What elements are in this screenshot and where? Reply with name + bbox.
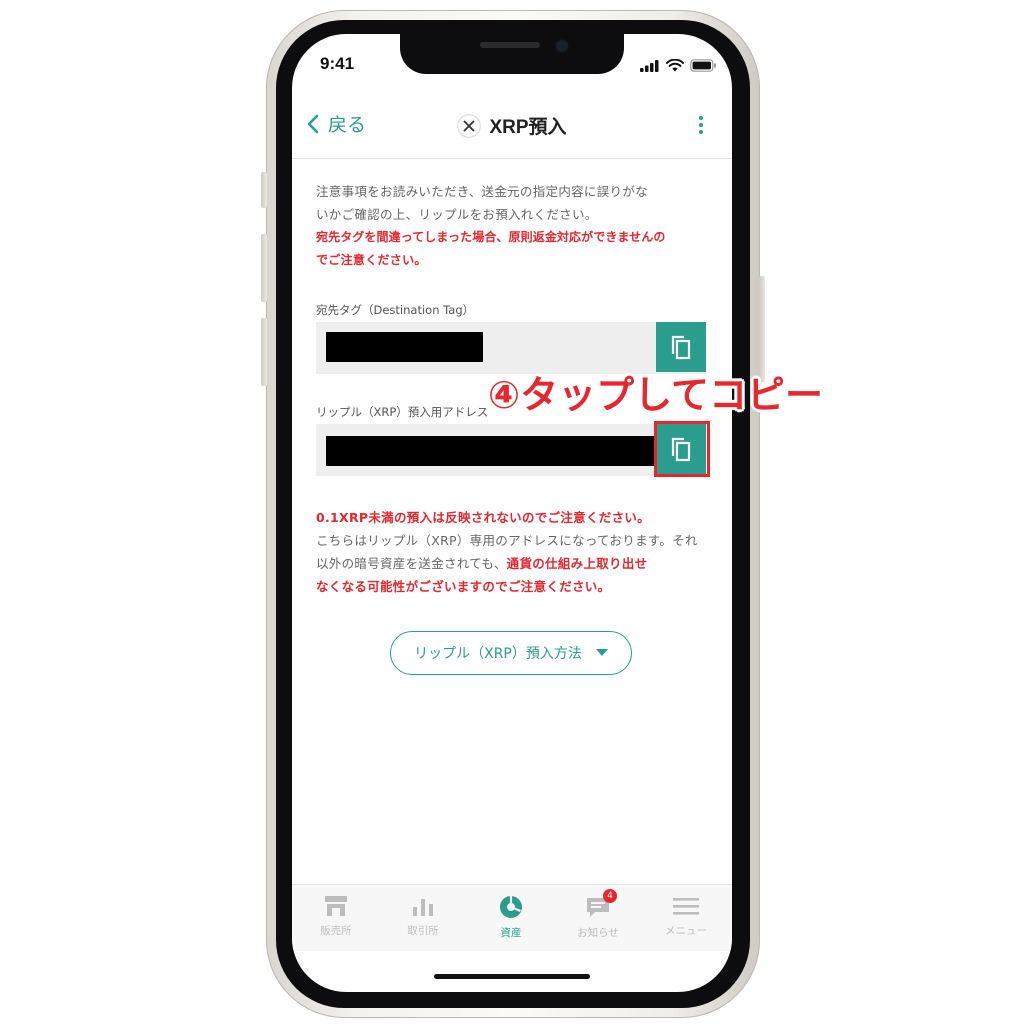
notice-block: 注意事項をお読みいただき、送金元の指定内容に誤りがな いかご確認の上、リップルを… bbox=[316, 180, 716, 272]
highlight-box bbox=[654, 421, 710, 477]
destination-tag-value-redacted bbox=[326, 332, 483, 362]
warning-block: 0.1XRP未満の預入は反映されないのでご注意ください。 こちらはリップル（XR… bbox=[316, 506, 726, 598]
signal-icon bbox=[640, 60, 659, 72]
pie-chart-icon bbox=[500, 896, 522, 918]
notch bbox=[400, 34, 624, 74]
xrp-address-value-redacted bbox=[326, 436, 654, 466]
deposit-method-button[interactable]: リップル（XRP）預入方法 bbox=[390, 631, 632, 675]
bar-chart-icon bbox=[413, 899, 433, 916]
tab-exchange[interactable]: 取引所 bbox=[383, 895, 463, 938]
xrp-logo-icon bbox=[457, 113, 482, 138]
navigation-bar: 戻る XRP預入 bbox=[292, 94, 732, 159]
copy-icon bbox=[671, 335, 691, 360]
notification-badge: 4 bbox=[603, 889, 617, 903]
tab-label: 取引所 bbox=[407, 925, 439, 937]
page-title-group: XRP預入 bbox=[292, 112, 732, 139]
page-title: XRP預入 bbox=[489, 117, 567, 138]
xrp-address-field[interactable] bbox=[316, 424, 706, 476]
volume-down-button bbox=[261, 318, 267, 386]
status-time: 9:41 bbox=[320, 54, 355, 73]
mute-switch bbox=[261, 172, 267, 208]
hamburger-menu-icon bbox=[673, 898, 699, 915]
destination-tag-label: 宛先タグ（Destination Tag） bbox=[316, 303, 475, 317]
more-options-icon[interactable] bbox=[696, 114, 706, 140]
shop-icon bbox=[325, 896, 347, 916]
phone-screen: 9:41 戻る XRP預入 注意事項をお読みいただき、送金元の指定内容に誤りがな… bbox=[292, 34, 732, 992]
tab-label: 販売所 bbox=[320, 925, 352, 937]
notice-line: いかご確認の上、リップルをお預入れください。 bbox=[316, 207, 598, 222]
destination-tag-warning: でご注意ください。 bbox=[316, 253, 427, 267]
warning-line: 以外の暗号資産を送金されても、通貨の仕組み上取り出せ bbox=[316, 552, 726, 575]
caret-down-icon bbox=[595, 649, 608, 656]
notice-line: 注意事項をお読みいただき、送金元の指定内容に誤りがな bbox=[316, 184, 648, 199]
bottom-tab-bar: 販売所 取引所 資産 4 お知らせ メニュー bbox=[292, 884, 732, 951]
tab-shop[interactable]: 販売所 bbox=[296, 895, 376, 938]
annotation-callout: ④タップしてコピー bbox=[488, 373, 824, 417]
tab-notifications[interactable]: 4 お知らせ bbox=[558, 889, 638, 940]
warning-text-emphasis: 通貨の仕組み上取り出せ bbox=[506, 556, 648, 571]
front-camera bbox=[556, 40, 568, 52]
tab-label: お知らせ bbox=[577, 927, 619, 939]
home-indicator bbox=[434, 974, 590, 979]
wifi-icon bbox=[666, 59, 684, 72]
warning-line: こちらはリップル（XRP）専用のアドレスになっております。それ bbox=[316, 533, 698, 548]
destination-tag-warning: 宛先タグを間違ってしまった場合、原則返金対応ができませんの bbox=[316, 230, 666, 244]
tab-assets[interactable]: 資産 bbox=[471, 895, 551, 940]
battery-icon bbox=[690, 59, 716, 72]
minimum-deposit-warning: 0.1XRP未満の預入は反映されないのでご注意ください。 bbox=[316, 510, 650, 525]
xrp-address-label: リップル（XRP）預入用アドレス bbox=[316, 405, 489, 419]
speaker-grille bbox=[480, 42, 540, 48]
volume-up-button bbox=[261, 234, 267, 302]
deposit-method-label: リップル（XRP）預入方法 bbox=[414, 646, 582, 662]
tab-menu[interactable]: メニュー bbox=[646, 895, 726, 938]
warning-text: 以外の暗号資産を送金されても、 bbox=[316, 556, 507, 571]
warning-text-emphasis: なくなる可能性がございますのでご注意ください。 bbox=[316, 579, 611, 594]
tab-label: 資産 bbox=[500, 927, 522, 939]
tab-label: メニュー bbox=[665, 925, 707, 937]
